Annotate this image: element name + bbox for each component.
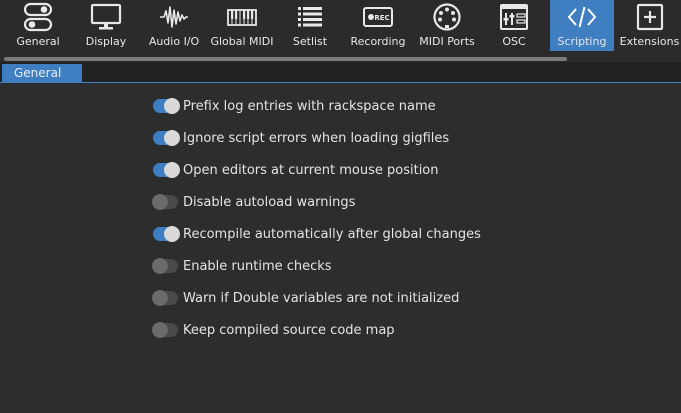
option-prefix-log[interactable]: Prefix log entries with rackspace name <box>153 97 436 115</box>
toggle-knob <box>152 290 168 306</box>
toolbar-general-button[interactable]: General <box>8 0 68 51</box>
toolbar-osc-button[interactable]: OSC <box>486 0 542 51</box>
toggle-switch[interactable] <box>153 162 180 178</box>
toolbar-recording-label: Recording <box>350 35 406 48</box>
toggle-knob <box>152 322 168 338</box>
plus-box-icon <box>632 0 668 34</box>
toolbar-midi-ports-label: MIDI Ports <box>419 35 475 48</box>
osc-panel-icon <box>496 0 532 34</box>
waveform-icon <box>156 0 192 34</box>
rec-icon: REC <box>360 0 396 34</box>
toggle-switch[interactable] <box>152 322 178 338</box>
tab-bar <box>0 62 681 83</box>
toggle-knob <box>152 194 168 210</box>
toggle-knob <box>164 226 180 242</box>
toggle-switch[interactable] <box>153 130 180 146</box>
toolbar-extensions-button[interactable]: Extensions <box>618 0 681 51</box>
toolbar-extensions-label: Extensions <box>619 35 680 48</box>
option-label: Enable runtime checks <box>183 258 332 274</box>
monitor-icon <box>88 0 124 34</box>
toolbar-global-midi-button[interactable]: Global MIDI <box>208 0 276 51</box>
toggle-switch[interactable] <box>153 226 180 242</box>
preferences-toolbar: General Display Audio I/O Global MIDI Se… <box>0 0 681 55</box>
toolbar-display-button[interactable]: Display <box>76 0 136 51</box>
toolbar-osc-label: OSC <box>502 35 526 48</box>
toggle-switch[interactable] <box>152 290 178 306</box>
option-open-editors[interactable]: Open editors at current mouse position <box>153 161 439 179</box>
toolbar-setlist-label: Setlist <box>292 35 328 48</box>
toggle-knob <box>164 130 180 146</box>
toggle-knob <box>164 162 180 178</box>
option-warn-double-variables[interactable]: Warn if Double variables are not initial… <box>152 289 460 307</box>
option-disable-autoload-warnings[interactable]: Disable autoload warnings <box>152 193 356 211</box>
toggle-switch[interactable] <box>152 258 178 274</box>
code-icon <box>564 0 600 34</box>
toggle-switch[interactable] <box>152 194 178 210</box>
option-label: Ignore script errors when loading gigfil… <box>183 130 450 146</box>
toolbar-scripting-label: Scripting <box>557 35 607 48</box>
midi-din-icon <box>429 0 465 34</box>
option-enable-runtime-checks[interactable]: Enable runtime checks <box>152 257 332 275</box>
toolbar-general-label: General <box>16 35 60 48</box>
option-label: Open editors at current mouse position <box>183 162 439 178</box>
toolbar-midi-ports-button[interactable]: MIDI Ports <box>416 0 478 51</box>
list-icon <box>292 0 328 34</box>
toggle-knob <box>152 258 168 274</box>
toggle-knob <box>164 98 180 114</box>
option-ignore-script-errors[interactable]: Ignore script errors when loading gigfil… <box>153 129 449 147</box>
toolbar-audio-io-button[interactable]: Audio I/O <box>142 0 206 51</box>
keyboard-icon <box>224 0 260 34</box>
toolbar-audio-io-label: Audio I/O <box>148 35 200 48</box>
toolbar-display-label: Display <box>85 35 127 48</box>
option-keep-source-map[interactable]: Keep compiled source code map <box>152 321 395 339</box>
option-label: Prefix log entries with rackspace name <box>183 98 436 114</box>
option-label: Disable autoload warnings <box>183 194 356 210</box>
toolbar-global-midi-label: Global MIDI <box>210 35 274 48</box>
option-label: Warn if Double variables are not initial… <box>183 290 460 306</box>
option-recompile-automatically[interactable]: Recompile automatically after global cha… <box>153 225 481 243</box>
svg-text:REC: REC <box>374 14 389 22</box>
option-label: Recompile automatically after global cha… <box>183 226 481 242</box>
toolbar-recording-button[interactable]: REC Recording <box>346 0 410 51</box>
toolbar-setlist-button[interactable]: Setlist <box>281 0 339 51</box>
toolbar-scrollbar[interactable] <box>4 57 567 61</box>
sliders-toggle-icon <box>20 0 56 34</box>
tab-general[interactable]: General <box>2 64 82 83</box>
toolbar-scripting-button[interactable]: Scripting <box>550 0 614 51</box>
toggle-switch[interactable] <box>153 98 180 114</box>
option-label: Keep compiled source code map <box>183 322 395 338</box>
